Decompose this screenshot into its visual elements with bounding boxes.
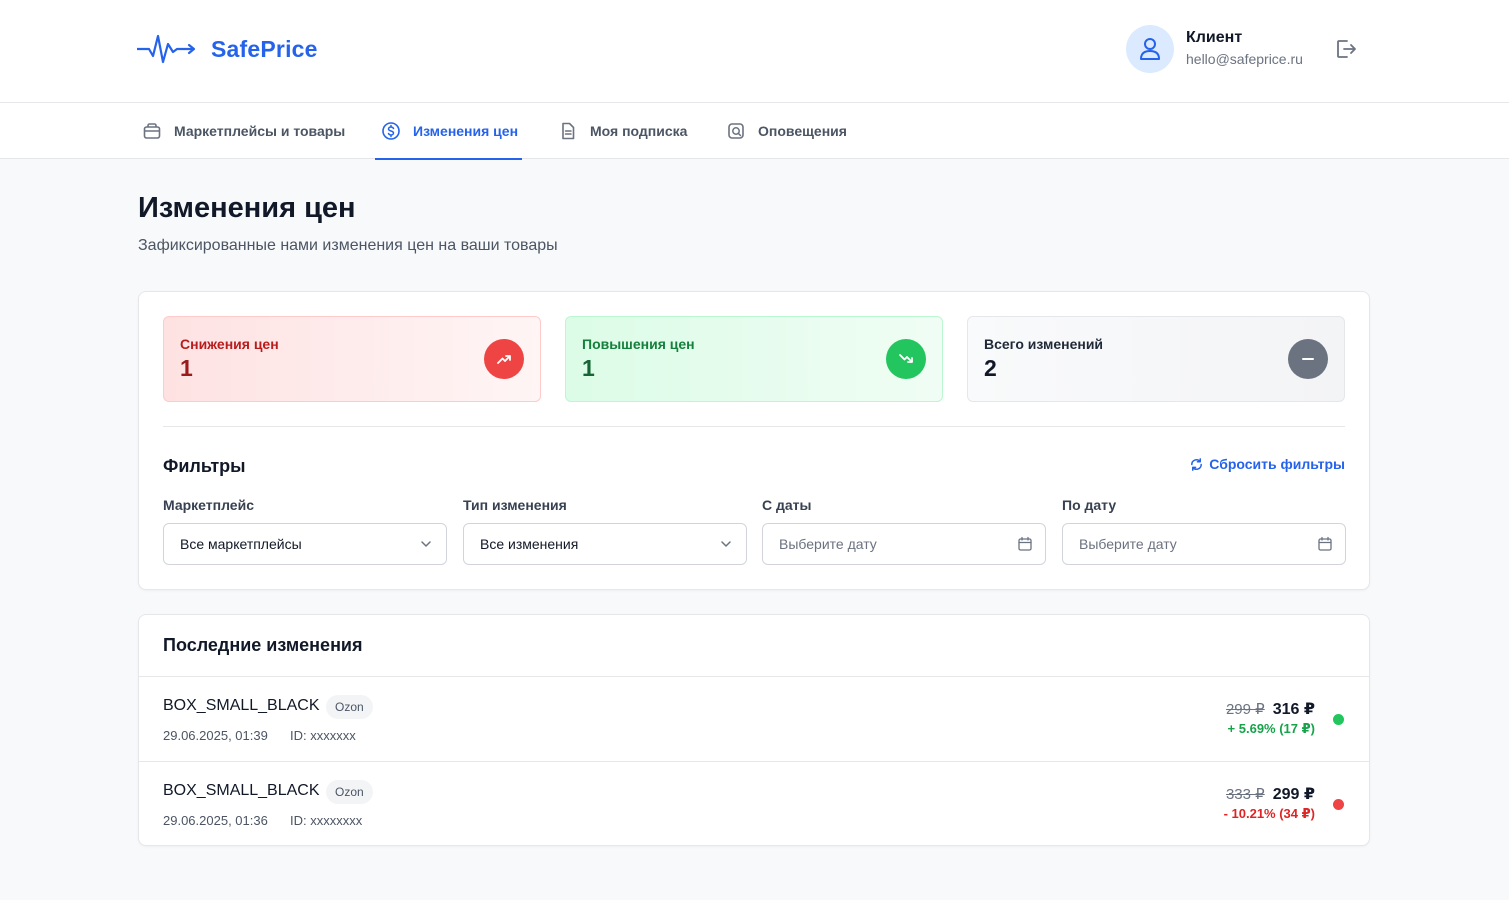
input-placeholder: Выберите дату [1079,536,1177,552]
reset-filters-button[interactable]: Сбросить фильтры [1189,456,1345,472]
marketplace-select[interactable]: Все маркетплейсы [163,523,447,565]
change-datetime: 29.06.2025, 01:36 [163,813,268,828]
page-subtitle: Зафиксированные нами изменения цен на ва… [138,237,558,254]
old-price: 333 ₽ [1225,786,1265,803]
tab-subscription[interactable]: Моя подписка [558,103,687,159]
price-block: 299 ₽ 316 ₽ + 5.69% (17 ₽) [1226,699,1315,737]
change-type-select[interactable]: Все изменения [463,523,747,565]
trend-up-icon [484,339,524,379]
tab-marketplaces[interactable]: Маркетплейсы и товары [142,103,345,159]
tab-label: Изменения цен [413,123,519,139]
stat-label: Всего изменений [984,336,1104,352]
filters-title: Фильтры [163,456,246,476]
bag-icon [143,123,161,139]
select-value: Все изменения [480,536,579,552]
list-item[interactable]: BOX_SMALL_BLACK Ozon 29.06.2025, 01:36 I… [139,762,1369,846]
date-from-label: С даты [762,497,812,513]
date-to-label: По дату [1062,497,1117,513]
product-name: BOX_SMALL_BLACK [163,782,320,799]
tab-label: Маркетплейсы и товары [174,123,346,139]
stat-value: 1 [180,355,193,381]
logout-button[interactable] [1334,37,1358,61]
user-profile[interactable]: Клиент hello@safeprice.ru [1126,25,1303,73]
stats-filters-card: Снижения цен 1 Повышения цен 1 Всего изм… [138,291,1370,590]
select-value: Все маркетплейсы [180,536,302,552]
divider [163,426,1345,427]
new-price: 316 ₽ [1272,701,1315,718]
marketplace-badge: Ozon [326,695,373,719]
calendar-icon [1318,536,1332,551]
brand-name: SafePrice [211,35,318,62]
tab-label: Оповещения [758,123,847,139]
stat-decreases: Снижения цен 1 [163,316,541,402]
recent-changes-card: Последние изменения BOX_SMALL_BLACK Ozon… [138,614,1370,846]
stat-label: Повышения цен [582,336,695,352]
stat-value: 1 [582,355,595,381]
document-icon [562,122,575,140]
user-email: hello@safeprice.ru [1186,51,1303,67]
app-header: SafePrice Клиент hello@safeprice.ru [0,0,1509,103]
chevron-down-icon [421,541,431,547]
reset-label: Сбросить фильтры [1209,456,1345,472]
minus-icon [1288,339,1328,379]
avatar [1126,25,1174,73]
marketplace-label: Маркетплейс [163,497,254,513]
date-from-input[interactable]: Выберите дату [762,523,1046,565]
product-id: ID: xxxxxxx [290,728,356,743]
trend-down-icon [886,339,926,379]
price-delta: - 10.21% (34 ₽) [1223,806,1315,821]
change-datetime: 29.06.2025, 01:39 [163,728,268,743]
date-to-input[interactable]: Выберите дату [1062,523,1346,565]
pulse-logo-icon [137,34,196,64]
dollar-circle-icon [382,122,400,140]
change-type-label: Тип изменения [463,497,567,513]
product-name: BOX_SMALL_BLACK [163,697,320,714]
calendar-icon [1018,536,1032,551]
user-icon [1140,38,1160,60]
price-delta: + 5.69% (17 ₽) [1227,721,1315,736]
refresh-icon [1191,457,1203,471]
alert-icon [728,123,744,139]
recent-changes-title: Последние изменения [163,635,363,655]
stat-increases: Повышения цен 1 [565,316,943,402]
main-nav: Маркетплейсы и товары Изменения цен Моя … [0,103,1509,160]
list-item[interactable]: BOX_SMALL_BLACK Ozon 29.06.2025, 01:39 I… [139,677,1369,761]
status-dot [1333,799,1344,810]
logout-icon [1337,40,1356,58]
status-dot [1333,714,1344,725]
product-id: ID: xxxxxxxx [290,813,363,828]
stat-value: 2 [984,355,997,381]
tab-alerts[interactable]: Оповещения [726,103,847,159]
page-title: Изменения цен [138,192,356,224]
tab-label: Моя подписка [590,123,688,139]
marketplace-badge: Ozon [326,780,373,804]
chevron-down-icon [721,541,731,547]
tab-price-changes[interactable]: Изменения цен [374,103,523,160]
input-placeholder: Выберите дату [779,536,877,552]
brand-logo[interactable]: SafePrice [137,30,318,68]
price-block: 333 ₽ 299 ₽ - 10.21% (34 ₽) [1224,784,1315,822]
stat-total: Всего изменений 2 [967,316,1345,402]
new-price: 299 ₽ [1272,786,1315,803]
user-name: Клиент [1186,29,1243,46]
old-price: 299 ₽ [1225,701,1265,718]
stat-label: Снижения цен [180,336,279,352]
